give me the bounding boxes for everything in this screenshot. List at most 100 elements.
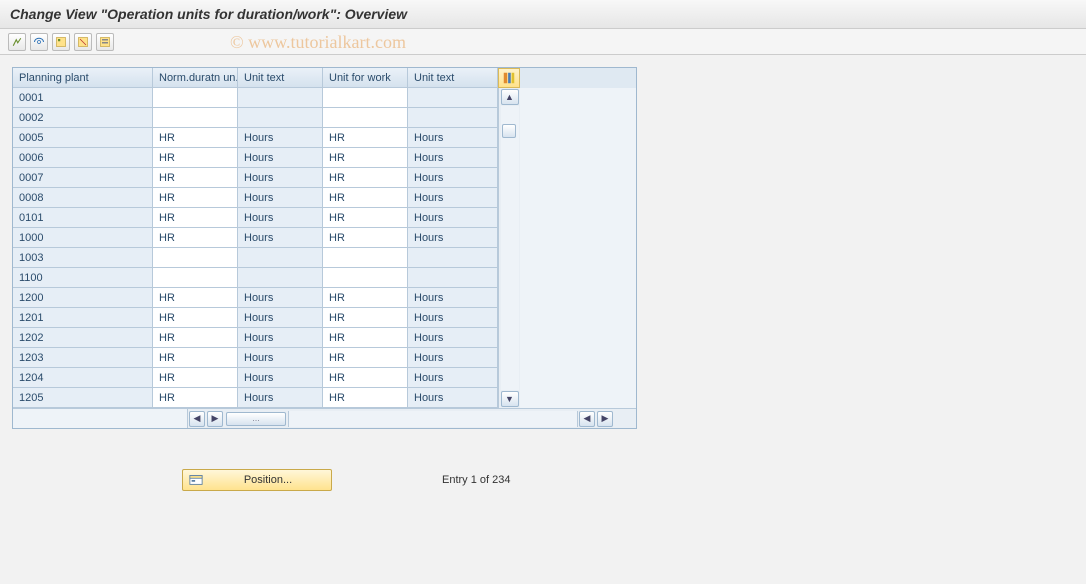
cell-unit-for-work[interactable]: HR <box>323 228 408 248</box>
table-row[interactable]: 0007HRHoursHRHours <box>13 168 498 188</box>
cell-unit-for-work[interactable] <box>323 88 408 108</box>
cell-planning-plant[interactable]: 1203 <box>13 348 153 368</box>
cell-norm-duration-unit[interactable]: HR <box>153 328 238 348</box>
toolbar-select-all-button[interactable] <box>52 33 70 51</box>
cell-norm-duration-unit[interactable]: HR <box>153 148 238 168</box>
cell-unit-text-2[interactable]: Hours <box>408 188 498 208</box>
table-row[interactable]: 0002 <box>13 108 498 128</box>
cell-unit-for-work[interactable]: HR <box>323 368 408 388</box>
scroll-down-button[interactable]: ▼ <box>501 391 519 407</box>
table-row[interactable]: 1204HRHoursHRHours <box>13 368 498 388</box>
scroll-thumb-horizontal[interactable]: ... <box>226 412 286 426</box>
cell-unit-text-2[interactable]: Hours <box>408 168 498 188</box>
cell-unit-for-work[interactable] <box>323 248 408 268</box>
cell-planning-plant[interactable]: 1100 <box>13 268 153 288</box>
cell-unit-text-1[interactable]: Hours <box>238 368 323 388</box>
cell-planning-plant[interactable]: 0006 <box>13 148 153 168</box>
cell-norm-duration-unit[interactable]: HR <box>153 368 238 388</box>
cell-norm-duration-unit[interactable] <box>153 248 238 268</box>
table-row[interactable]: 1202HRHoursHRHours <box>13 328 498 348</box>
cell-planning-plant[interactable]: 0101 <box>13 208 153 228</box>
cell-unit-text-1[interactable] <box>238 268 323 288</box>
cell-unit-for-work[interactable]: HR <box>323 148 408 168</box>
cell-planning-plant[interactable]: 1003 <box>13 248 153 268</box>
cell-planning-plant[interactable]: 1200 <box>13 288 153 308</box>
toolbar-change-button[interactable] <box>30 33 48 51</box>
cell-planning-plant[interactable]: 1204 <box>13 368 153 388</box>
cell-unit-for-work[interactable]: HR <box>323 388 408 408</box>
cell-unit-text-2[interactable]: Hours <box>408 348 498 368</box>
grid-config-button[interactable] <box>498 68 520 88</box>
cell-unit-text-1[interactable]: Hours <box>238 228 323 248</box>
cell-unit-for-work[interactable]: HR <box>323 188 408 208</box>
column-header-norm-duration-unit[interactable]: Norm.duratn un. <box>153 68 238 88</box>
cell-unit-text-1[interactable]: Hours <box>238 328 323 348</box>
cell-norm-duration-unit[interactable]: HR <box>153 188 238 208</box>
cell-unit-text-1[interactable] <box>238 108 323 128</box>
table-row[interactable]: 0001 <box>13 88 498 108</box>
cell-norm-duration-unit[interactable]: HR <box>153 288 238 308</box>
cell-norm-duration-unit[interactable]: HR <box>153 208 238 228</box>
cell-unit-text-1[interactable]: Hours <box>238 148 323 168</box>
column-header-unit-for-work[interactable]: Unit for work <box>323 68 408 88</box>
cell-unit-text-2[interactable]: Hours <box>408 388 498 408</box>
table-row[interactable]: 0006HRHoursHRHours <box>13 148 498 168</box>
cell-unit-text-1[interactable]: Hours <box>238 288 323 308</box>
column-header-planning-plant[interactable]: Planning plant <box>13 68 153 88</box>
cell-norm-duration-unit[interactable]: HR <box>153 128 238 148</box>
cell-planning-plant[interactable]: 1202 <box>13 328 153 348</box>
cell-unit-text-2[interactable] <box>408 268 498 288</box>
cell-unit-text-2[interactable]: Hours <box>408 128 498 148</box>
toolbar-settings-button[interactable] <box>96 33 114 51</box>
table-row[interactable]: 0008HRHoursHRHours <box>13 188 498 208</box>
cell-unit-text-2[interactable] <box>408 108 498 128</box>
table-row[interactable]: 1205HRHoursHRHours <box>13 388 498 408</box>
cell-unit-text-1[interactable]: Hours <box>238 308 323 328</box>
scroll-up-button[interactable]: ▲ <box>501 89 519 105</box>
table-row[interactable]: 1000HRHoursHRHours <box>13 228 498 248</box>
cell-planning-plant[interactable]: 0008 <box>13 188 153 208</box>
cell-unit-text-1[interactable]: Hours <box>238 128 323 148</box>
cell-norm-duration-unit[interactable] <box>153 88 238 108</box>
cell-norm-duration-unit[interactable]: HR <box>153 348 238 368</box>
cell-unit-for-work[interactable]: HR <box>323 328 408 348</box>
cell-unit-text-1[interactable]: Hours <box>238 348 323 368</box>
cell-unit-for-work[interactable]: HR <box>323 348 408 368</box>
cell-norm-duration-unit[interactable]: HR <box>153 308 238 328</box>
cell-planning-plant[interactable]: 0001 <box>13 88 153 108</box>
scroll-track-vertical[interactable] <box>501 106 519 390</box>
cell-norm-duration-unit[interactable] <box>153 108 238 128</box>
cell-planning-plant[interactable]: 0007 <box>13 168 153 188</box>
cell-unit-text-2[interactable]: Hours <box>408 288 498 308</box>
cell-unit-text-1[interactable] <box>238 248 323 268</box>
cell-unit-text-1[interactable]: Hours <box>238 388 323 408</box>
cell-unit-text-1[interactable]: Hours <box>238 188 323 208</box>
scroll-left-button[interactable]: ◀ <box>189 411 205 427</box>
cell-planning-plant[interactable]: 1201 <box>13 308 153 328</box>
cell-planning-plant[interactable]: 0005 <box>13 128 153 148</box>
cell-norm-duration-unit[interactable] <box>153 268 238 288</box>
toolbar-deselect-all-button[interactable] <box>74 33 92 51</box>
table-row[interactable]: 1200HRHoursHRHours <box>13 288 498 308</box>
cell-norm-duration-unit[interactable]: HR <box>153 168 238 188</box>
cell-unit-text-1[interactable] <box>238 88 323 108</box>
scroll-right-button[interactable]: ▶ <box>207 411 223 427</box>
cell-unit-text-2[interactable]: Hours <box>408 328 498 348</box>
cell-unit-for-work[interactable] <box>323 268 408 288</box>
cell-unit-for-work[interactable]: HR <box>323 168 408 188</box>
cell-unit-text-2[interactable]: Hours <box>408 208 498 228</box>
cell-unit-for-work[interactable]: HR <box>323 308 408 328</box>
cell-unit-for-work[interactable]: HR <box>323 128 408 148</box>
scroll-thumb-vertical[interactable] <box>502 124 516 138</box>
cell-norm-duration-unit[interactable]: HR <box>153 228 238 248</box>
cell-norm-duration-unit[interactable]: HR <box>153 388 238 408</box>
cell-unit-text-2[interactable] <box>408 248 498 268</box>
column-header-unit-text-2[interactable]: Unit text <box>408 68 498 88</box>
column-header-unit-text-1[interactable]: Unit text <box>238 68 323 88</box>
cell-unit-text-2[interactable]: Hours <box>408 148 498 168</box>
cell-unit-for-work[interactable]: HR <box>323 288 408 308</box>
cell-unit-text-2[interactable]: Hours <box>408 368 498 388</box>
scroll-left-end-button[interactable]: ◀ <box>579 411 595 427</box>
table-row[interactable]: 0005HRHoursHRHours <box>13 128 498 148</box>
toolbar-other-view-button[interactable] <box>8 33 26 51</box>
